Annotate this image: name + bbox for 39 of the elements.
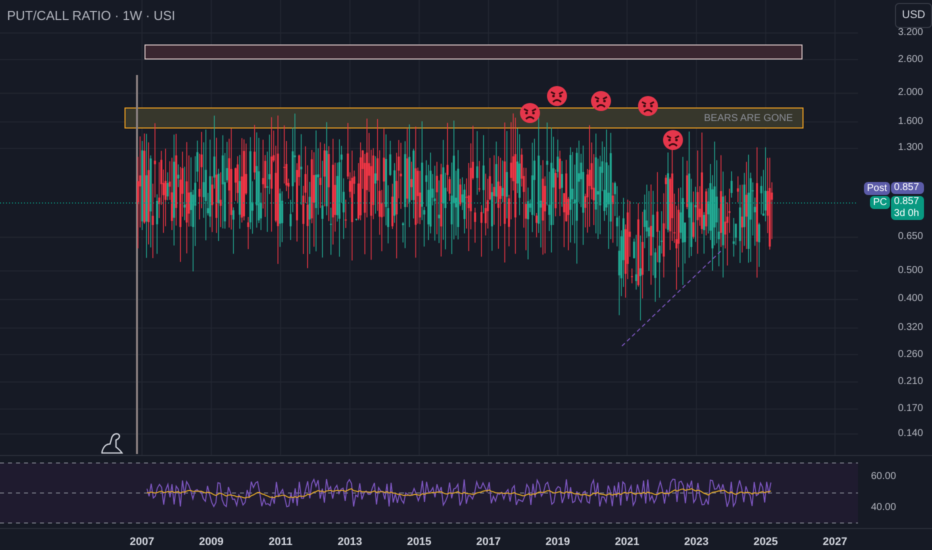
zone-label: BEARS ARE GONE	[704, 112, 793, 126]
time-axis-label: 2017	[476, 535, 501, 550]
time-axis-label: 2023	[684, 535, 709, 550]
price-tag-name: Post	[864, 182, 890, 195]
time-axis-label: 2019	[546, 535, 570, 550]
chart-title: PUT/CALL RATIO · 1W · USI	[7, 7, 176, 25]
price-tag-name: PC	[870, 196, 890, 209]
price-axis-label: 2.600	[898, 54, 924, 66]
price-axis-label: 0.260	[898, 348, 924, 361]
time-axis-label: 2013	[338, 535, 362, 550]
price-axis-label: 0.500	[898, 264, 924, 277]
time-axis-label: 2021	[614, 535, 640, 550]
angry-face-icon	[663, 130, 683, 150]
time-axis-label: 2015	[406, 535, 432, 550]
price-axis-label: 0.400	[898, 293, 924, 306]
price-axis-label: 0.170	[898, 403, 924, 416]
price-axis-label: 2.000	[898, 87, 924, 100]
angry-face-icon	[547, 86, 567, 106]
price-axis-label: 0.320	[898, 322, 924, 334]
price-axis-label: 0.650	[898, 231, 924, 244]
angry-face-icon	[638, 96, 658, 116]
time-axis-label: 2027	[822, 535, 848, 550]
price-axis-label: 0.140	[898, 428, 924, 440]
dinosaur-logo-icon	[101, 433, 123, 454]
price-tag-value: 0.857	[891, 182, 924, 194]
price-axis-label: 0.210	[898, 376, 924, 388]
price-axis-label: 1.600	[898, 116, 924, 128]
time-axis-label: 2025	[753, 535, 778, 550]
rsi-axis-label: 40.00	[871, 501, 898, 515]
time-axis-label: 2007	[130, 535, 154, 550]
currency-button[interactable]: USD	[895, 3, 932, 28]
price-axis-label: 3.200	[898, 27, 924, 39]
angry-face-icon	[520, 103, 540, 123]
rsi-axis-label: 60.00	[871, 470, 898, 484]
price-axis-label: 1.300	[898, 142, 924, 154]
price-tag-value: 0.857 3d 0h	[891, 196, 924, 220]
angry-face-icon	[591, 91, 611, 111]
time-axis-label: 2009	[199, 535, 224, 550]
time-axis-label: 2011	[268, 535, 293, 550]
